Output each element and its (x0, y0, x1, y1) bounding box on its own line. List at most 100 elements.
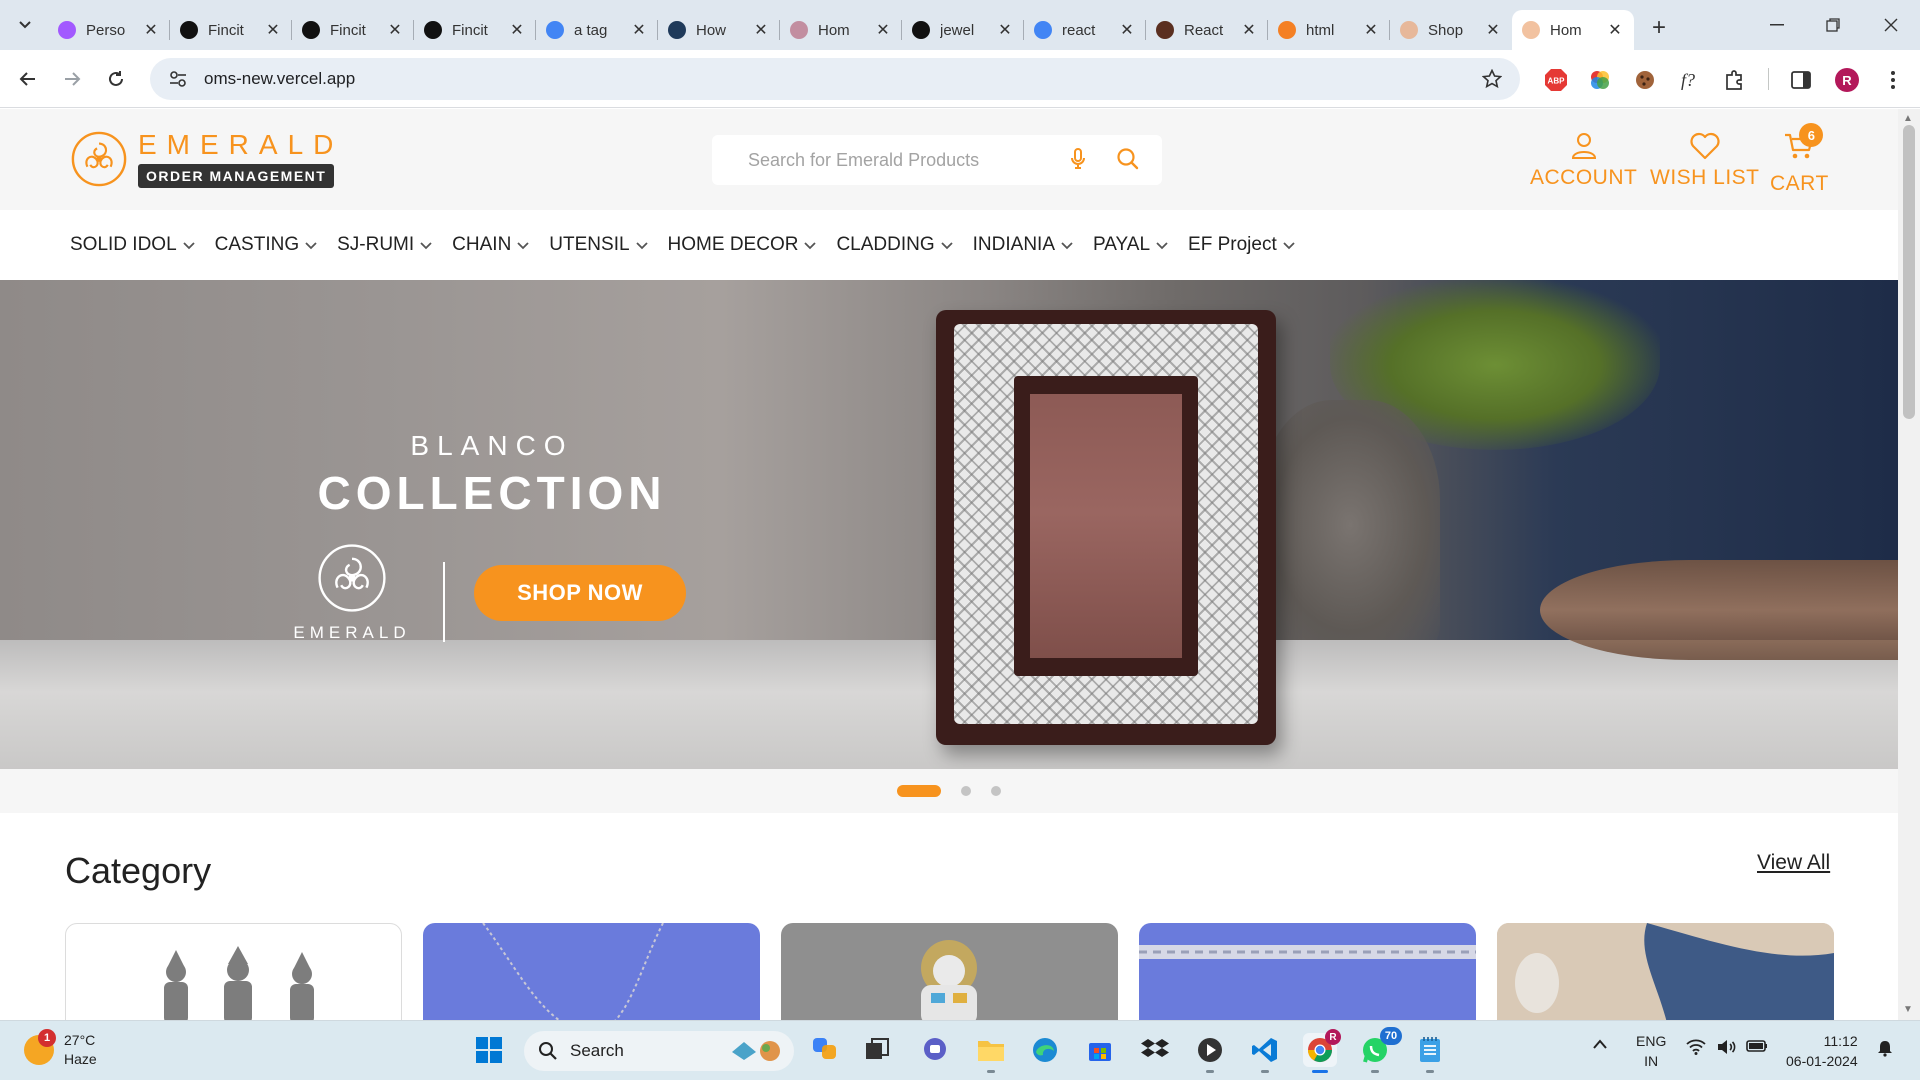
nav-item-home-decor[interactable]: HOME DECOR (668, 234, 817, 256)
browser-tab[interactable]: html ✕ (1268, 10, 1390, 50)
url-text[interactable]: oms-new.vercel.app (204, 69, 1472, 89)
profile-avatar[interactable]: R (1834, 67, 1860, 93)
volume-icon[interactable] (1716, 1039, 1736, 1058)
minimize-button[interactable] (1748, 0, 1806, 50)
edge-browser-icon[interactable] (1028, 1033, 1062, 1067)
product-search-input[interactable] (748, 149, 1048, 171)
category-card-payal[interactable] (1139, 923, 1476, 1023)
task-view-icon[interactable] (860, 1033, 894, 1067)
close-tab-icon[interactable]: ✕ (1606, 20, 1624, 40)
nav-item-utensil[interactable]: UTENSIL (549, 234, 648, 256)
adblock-extension-icon[interactable]: ABP (1543, 67, 1569, 93)
address-bar[interactable]: oms-new.vercel.app (150, 58, 1520, 100)
browser-tab[interactable]: jewel ✕ (902, 10, 1024, 50)
new-tab-button[interactable]: + (1642, 11, 1676, 45)
bookmark-star-icon[interactable] (1472, 69, 1512, 89)
restore-button[interactable] (1804, 0, 1862, 50)
nav-item-ef-project[interactable]: EF Project (1188, 234, 1295, 256)
forward-button[interactable] (54, 61, 90, 97)
vscode-icon[interactable] (1248, 1033, 1282, 1073)
side-panel-icon[interactable] (1788, 67, 1814, 93)
category-card-home-decor[interactable] (1497, 923, 1834, 1023)
nav-item-indiania[interactable]: INDIANIA (973, 234, 1073, 256)
media-player-icon[interactable] (1193, 1033, 1227, 1073)
close-tab-icon[interactable]: ✕ (508, 20, 526, 40)
nav-item-sj-rumi[interactable]: SJ-RUMI (337, 234, 432, 256)
scroll-up-arrow-icon[interactable]: ▲ (1903, 113, 1913, 124)
show-hidden-icons-button[interactable] (1592, 1037, 1608, 1053)
browser-tab[interactable]: Fincit ✕ (414, 10, 536, 50)
carousel-dot-2[interactable] (961, 786, 971, 796)
nav-item-chain[interactable]: CHAIN (452, 234, 529, 256)
weather-widget[interactable]: 1 27°C Haze (24, 1029, 97, 1069)
close-tab-icon[interactable]: ✕ (264, 20, 282, 40)
cart-link[interactable]: 6 CART (1770, 123, 1829, 196)
close-window-button[interactable] (1862, 0, 1920, 50)
browser-tab[interactable]: Fincit ✕ (170, 10, 292, 50)
extensions-puzzle-icon[interactable] (1722, 67, 1748, 93)
wifi-icon[interactable] (1686, 1039, 1706, 1058)
browser-tab[interactable]: a tag ✕ (536, 10, 658, 50)
microsoft-store-icon[interactable] (1083, 1033, 1117, 1067)
dropbox-icon[interactable] (1138, 1033, 1172, 1067)
running-indicator (1261, 1070, 1269, 1073)
browser-tab[interactable]: Fincit ✕ (292, 10, 414, 50)
site-info-icon[interactable] (158, 71, 198, 87)
chrome-taskbar-icon[interactable]: R (1303, 1029, 1341, 1073)
close-tab-icon[interactable]: ✕ (142, 20, 160, 40)
chat-taskbar-icon[interactable] (918, 1033, 952, 1067)
close-tab-icon[interactable]: ✕ (752, 20, 770, 40)
view-all-link[interactable]: View All (1757, 851, 1830, 875)
notification-bell-icon[interactable] (1876, 1039, 1894, 1060)
browser-tab[interactable]: Hom ✕ (780, 10, 902, 50)
cookie-extension-icon[interactable] (1632, 67, 1658, 93)
category-card-chain[interactable] (423, 923, 760, 1023)
category-card-solid-idol[interactable] (65, 923, 402, 1023)
nav-item-solid-idol[interactable]: SOLID IDOL (70, 234, 195, 256)
nav-item-payal[interactable]: PAYAL (1093, 234, 1168, 256)
microphone-icon[interactable] (1070, 147, 1086, 176)
nav-item-casting[interactable]: CASTING (215, 234, 317, 256)
browser-menu-icon[interactable] (1880, 67, 1906, 93)
file-explorer-icon[interactable] (974, 1033, 1008, 1073)
scroll-down-arrow-icon[interactable]: ▼ (1903, 1004, 1913, 1015)
account-link[interactable]: ACCOUNT (1530, 132, 1637, 190)
shop-now-button[interactable]: SHOP NOW (474, 565, 686, 621)
scrollbar-thumb[interactable] (1903, 125, 1915, 419)
carousel-dot-1[interactable] (897, 785, 941, 797)
browser-tab[interactable]: Perso ✕ (48, 10, 170, 50)
close-tab-icon[interactable]: ✕ (1240, 20, 1258, 40)
windows-start-button[interactable] (472, 1033, 506, 1067)
notepad-icon[interactable] (1413, 1033, 1447, 1073)
close-tab-icon[interactable]: ✕ (1484, 20, 1502, 40)
emerald-logo[interactable]: EMERALD ORDER MANAGEMENT (70, 130, 343, 188)
page-scrollbar[interactable]: ▲ ▼ (1898, 109, 1920, 1020)
close-tab-icon[interactable]: ✕ (1118, 20, 1136, 40)
close-tab-icon[interactable]: ✕ (630, 20, 648, 40)
browser-tab[interactable]: Shop ✕ (1390, 10, 1512, 50)
taskbar-search-box[interactable]: Search (524, 1031, 794, 1071)
nav-item-cladding[interactable]: CLADDING (836, 234, 953, 256)
copilot-taskbar-icon[interactable] (808, 1033, 842, 1067)
close-tab-icon[interactable]: ✕ (874, 20, 892, 40)
category-card-casting[interactable] (781, 923, 1118, 1023)
battery-icon[interactable] (1746, 1039, 1768, 1056)
reload-button[interactable] (98, 61, 134, 97)
search-icon[interactable] (1116, 147, 1140, 176)
tab-search-button[interactable] (8, 8, 42, 42)
font-extension-icon[interactable]: f? (1677, 67, 1703, 93)
browser-tab[interactable]: react ✕ (1024, 10, 1146, 50)
color-picker-extension-icon[interactable] (1587, 67, 1613, 93)
whatsapp-icon[interactable]: 70 (1358, 1027, 1402, 1073)
browser-tab[interactable]: React ✕ (1146, 10, 1268, 50)
close-tab-icon[interactable]: ✕ (996, 20, 1014, 40)
carousel-dot-3[interactable] (991, 786, 1001, 796)
system-clock[interactable]: 11:12 06-01-2024 (1786, 1031, 1858, 1071)
wishlist-link[interactable]: WISH LIST (1650, 132, 1760, 190)
close-tab-icon[interactable]: ✕ (386, 20, 404, 40)
back-button[interactable] (10, 61, 46, 97)
browser-tab[interactable]: Hom ✕ (1512, 10, 1634, 50)
close-tab-icon[interactable]: ✕ (1362, 20, 1380, 40)
browser-tab[interactable]: How ✕ (658, 10, 780, 50)
input-language-indicator[interactable]: ENG IN (1636, 1031, 1666, 1071)
